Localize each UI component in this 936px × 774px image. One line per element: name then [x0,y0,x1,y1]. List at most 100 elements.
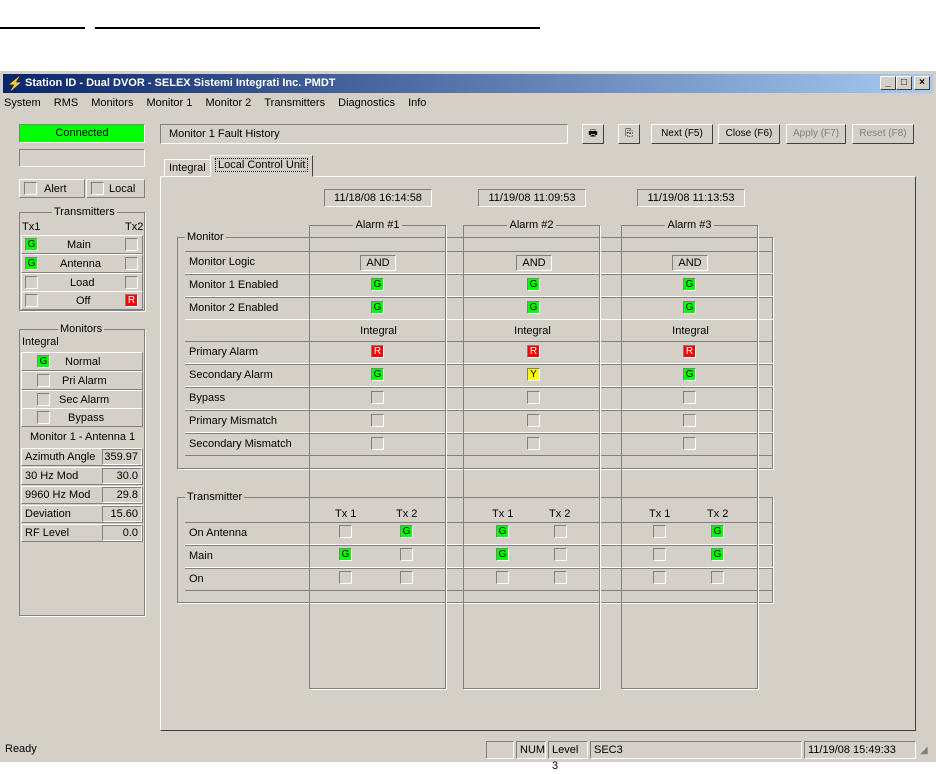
monitor-row-bypass: Bypass [21,408,143,427]
param-azimuth: Azimuth Angle 359.97 [21,448,143,466]
title-bar: ⚡ Station ID - Dual DVOR - SELEX Sistemi… [3,74,933,93]
alarm2-pmis-led [527,414,540,427]
status-sec: SEC3 [590,741,802,759]
alarm1-secondary-led: G [371,368,384,381]
menu-monitor-2[interactable]: Monitor 2 [204,97,252,109]
menu-rms[interactable]: RMS [53,97,79,109]
menu-bar: System RMS Monitors Monitor 1 Monitor 2 … [3,94,435,112]
menu-info[interactable]: Info [407,97,427,109]
alarm1-pmis-led [371,414,384,427]
tx1-header: Tx1 [22,221,41,233]
row-label: Monitor 2 Enabled [189,302,279,314]
alarm2-date: 11/19/08 11:09:53 [478,189,586,207]
alarm3-smis-led [683,437,696,450]
close-window-button[interactable]: × [914,76,930,90]
row-label: Secondary Mismatch [189,438,292,450]
apply-button[interactable]: Apply (F7) [786,124,846,144]
antenna-label: Antenna [60,258,101,270]
alarm2-on-tx1-led [496,571,509,584]
alarm1-caption: Alarm #1 [353,219,402,231]
alarm3-onant-tx1-led [653,525,666,538]
alarm3-primary-led: R [683,345,696,358]
alarm3-mon2-led: G [683,301,696,314]
monitor-row-normal: G Normal [21,352,143,371]
resize-grip-icon[interactable]: ◢ [920,745,928,756]
local-led [91,182,104,195]
param-deviation: Deviation 15.60 [21,505,143,523]
transmitters-group: Transmitters Tx1 Tx2 G Main G Antenna Lo… [19,206,145,311]
alert-indicator: Alert [19,179,85,198]
status-ready: Ready [5,743,37,755]
row-label: Bypass [189,392,226,404]
alarm1-mon2-led: G [371,301,384,314]
sec-alarm-led [37,393,50,406]
alarm1-date: 11/18/08 16:14:58 [324,189,432,207]
alarm1-main-tx2-led [400,548,413,561]
close-button[interactable]: Close (F6) [718,124,780,144]
alarm1-onant-tx1-led [339,525,352,538]
tx-row-load: Load [21,273,143,292]
row-label: Secondary Alarm [189,369,273,381]
alarm1-main-tx1-led: G [339,548,352,561]
monitors-caption: Monitors [58,323,105,335]
menu-monitor-1[interactable]: Monitor 1 [146,97,194,109]
monitor-group-caption: Monitor [185,231,226,243]
bypass-led [37,411,50,424]
alarm1-logic: AND [360,255,396,271]
alarm2-onant-tx1-led: G [496,525,509,538]
monitor-section-title: Monitor 1 - Antenna 1 [30,431,136,443]
print-button[interactable]: 🖶 [582,124,604,144]
bypass-label: Bypass [68,412,105,424]
param-label: 9960 Hz Mod [25,489,91,501]
antenna-tx2-led [125,257,138,270]
status-datetime: 11/19/08 15:49:33 [804,741,916,759]
tab-integral[interactable]: Integral [164,159,211,176]
row-label: On Antenna [189,527,248,539]
param-value: 359.97 [102,449,142,465]
transmitter-group-caption: Transmitter [185,491,245,503]
alert-label: Alert [44,183,67,195]
alarm1-on-tx1-led [339,571,352,584]
top-bar-left [0,27,85,29]
param-rf-level: RF Level 0.0 [21,524,143,542]
alarm1-onant-tx2-led: G [400,525,413,538]
alarm3-caption: Alarm #3 [665,219,714,231]
copy-button[interactable]: ⎘ [618,124,640,144]
local-indicator: Local [86,179,145,198]
alarm1-primary-led: R [371,345,384,358]
reset-button[interactable]: Reset (F8) [852,124,914,144]
status-field [19,149,145,167]
menu-transmitters[interactable]: Transmitters [263,97,326,109]
minimize-button[interactable]: _ [880,76,896,90]
menu-monitors[interactable]: Monitors [90,97,134,109]
alarm2-caption: Alarm #2 [507,219,556,231]
alarm2-main-tx2-led [554,548,567,561]
alarm1-column: Alarm #1 AND G G Integral R G Tx 1 Tx 2 … [309,219,446,689]
next-button[interactable]: Next (F5) [651,124,713,144]
alarm3-onant-tx2-led: G [711,525,724,538]
alarm2-tx2-header: Tx 2 [549,508,571,520]
maximize-button[interactable]: □ [896,76,912,90]
status-blank-panel [486,741,514,759]
alarm1-mon1-led: G [371,278,384,291]
transmitters-caption: Transmitters [52,206,117,218]
alarm1-tx1-header: Tx 1 [335,508,357,520]
row-label: On [189,573,204,585]
status-num: NUM [516,741,546,759]
top-bar-right [95,27,540,29]
alert-led [24,182,37,195]
alarm3-on-tx1-led [653,571,666,584]
tab-local-control-unit[interactable]: Local Control Unit [210,155,314,177]
tab-label: Local Control Unit [215,158,309,172]
param-label: 30 Hz Mod [25,470,79,482]
menu-system[interactable]: System [3,97,42,109]
alarm1-bypass-led [371,391,384,404]
row-label: Primary Mismatch [189,415,278,427]
alarm1-smis-led [371,437,384,450]
alarm3-secondary-led: G [683,368,696,381]
menu-diagnostics[interactable]: Diagnostics [337,97,396,109]
main-label: Main [67,239,91,251]
load-tx1-led [25,276,38,289]
alarm2-primary-led: R [527,345,540,358]
alarm3-integral-label: Integral [672,325,709,337]
